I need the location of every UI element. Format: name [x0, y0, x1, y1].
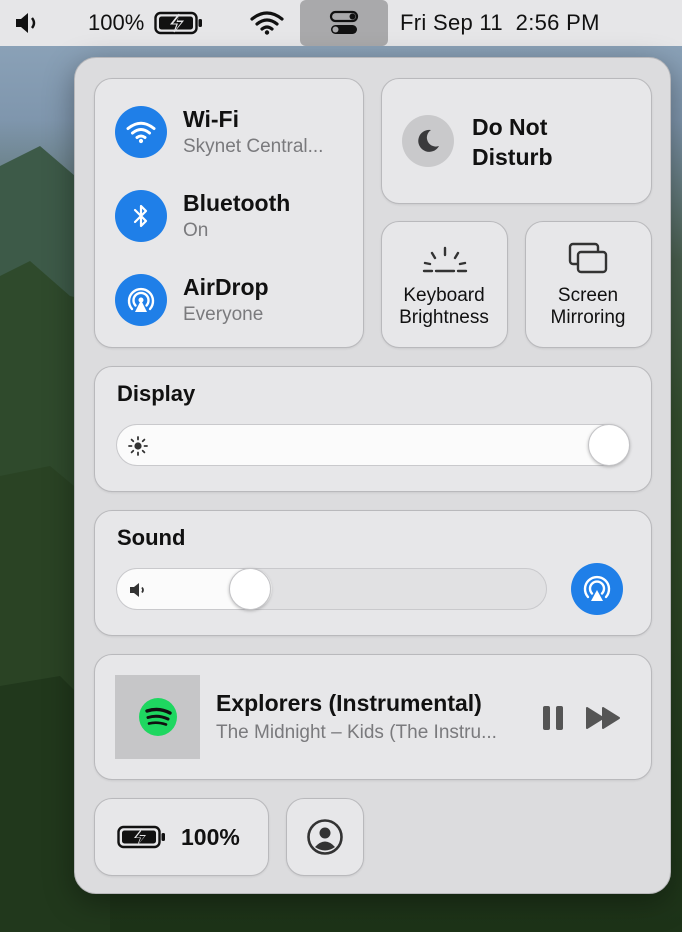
display-title: Display	[117, 381, 196, 406]
battery-percent: 100%	[88, 10, 145, 35]
battery-charging-icon	[117, 825, 165, 849]
bluetooth-toggle-button[interactable]	[115, 190, 167, 242]
wifi-icon	[250, 11, 284, 35]
screen-mirroring-tile[interactable]: Screen Mirroring	[525, 221, 652, 348]
track-title: Explorers (Instrumental)	[216, 690, 482, 716]
volume-menu[interactable]	[14, 0, 44, 46]
sound-tile: Sound	[94, 510, 652, 636]
battery-menu[interactable]: 100%	[88, 0, 204, 46]
album-art	[115, 675, 200, 759]
screen-mirroring-line1: Screen	[557, 285, 619, 306]
fast-forward-icon[interactable]	[585, 706, 623, 730]
wifi-toggle-button[interactable]	[115, 106, 167, 158]
bluetooth-status: On	[183, 220, 209, 241]
do-not-disturb-tile[interactable]: Do Not Disturb	[381, 78, 652, 204]
wifi-menu[interactable]	[250, 0, 284, 46]
do-not-disturb-button[interactable]	[402, 115, 454, 167]
display-brightness-knob[interactable]	[588, 424, 630, 466]
airdrop-title: AirDrop	[183, 274, 269, 300]
battery-charging-icon	[154, 11, 203, 35]
display-tile: Display	[94, 366, 652, 492]
track-artist-album: The Midnight – Kids (The Instru...	[216, 722, 497, 743]
speaker-icon	[130, 583, 144, 597]
audio-output-button[interactable]	[571, 563, 623, 615]
airdrop-icon	[127, 287, 155, 312]
user-switching-tile[interactable]	[286, 798, 364, 876]
airplay-audio-icon	[583, 575, 611, 601]
battery-tile[interactable]: 100%	[94, 798, 269, 876]
screen-mirroring-icon	[568, 242, 608, 274]
display-brightness-slider[interactable]	[116, 424, 630, 466]
control-center-icon	[329, 10, 359, 34]
keyboard-brightness-icon	[422, 246, 468, 273]
screen-mirroring-line2: Mirroring	[550, 307, 626, 328]
bluetooth-title: Bluetooth	[183, 190, 291, 216]
menu-bar: 100% Fri Sep 11 2:56 PM	[0, 0, 682, 46]
network-tile: Wi-Fi Skynet Central... Bluetooth On Air…	[94, 78, 364, 348]
pause-icon[interactable]	[540, 704, 566, 732]
control-center-panel: Wi-Fi Skynet Central... Bluetooth On Air…	[74, 57, 671, 894]
bluetooth-toggle[interactable]: Bluetooth On	[115, 190, 339, 242]
wifi-network-name: Skynet Central...	[183, 136, 324, 157]
keyboard-brightness-tile[interactable]: Keyboard Brightness	[381, 221, 508, 348]
battery-percent: 100%	[181, 824, 240, 850]
display-brightness-fill	[117, 425, 629, 465]
volume-slider[interactable]	[116, 568, 547, 610]
speaker-icon	[16, 13, 36, 33]
keyboard-brightness-line2: Brightness	[399, 307, 489, 328]
sun-icon	[128, 436, 148, 456]
volume-knob[interactable]	[228, 568, 271, 610]
keyboard-brightness-line1: Keyboard	[403, 285, 485, 306]
bluetooth-icon	[133, 204, 148, 228]
dnd-label-line1: Do Not	[472, 114, 548, 140]
sound-title: Sound	[117, 525, 186, 550]
user-icon	[307, 819, 343, 855]
airdrop-visibility: Everyone	[183, 304, 264, 325]
dnd-label-line2: Disturb	[472, 144, 553, 170]
wifi-title: Wi-Fi	[183, 106, 239, 132]
control-center-menu[interactable]	[300, 0, 388, 46]
wifi-icon	[126, 121, 156, 144]
now-playing-tile[interactable]: Explorers (Instrumental) The Midnight – …	[94, 654, 652, 780]
wifi-toggle[interactable]: Wi-Fi Skynet Central...	[115, 106, 339, 158]
menubar-clock[interactable]: Fri Sep 11 2:56 PM	[400, 0, 600, 46]
spotify-icon	[138, 698, 177, 736]
airdrop-toggle[interactable]: AirDrop Everyone	[115, 274, 339, 326]
moon-icon	[418, 129, 439, 152]
airdrop-toggle-button[interactable]	[115, 274, 167, 326]
